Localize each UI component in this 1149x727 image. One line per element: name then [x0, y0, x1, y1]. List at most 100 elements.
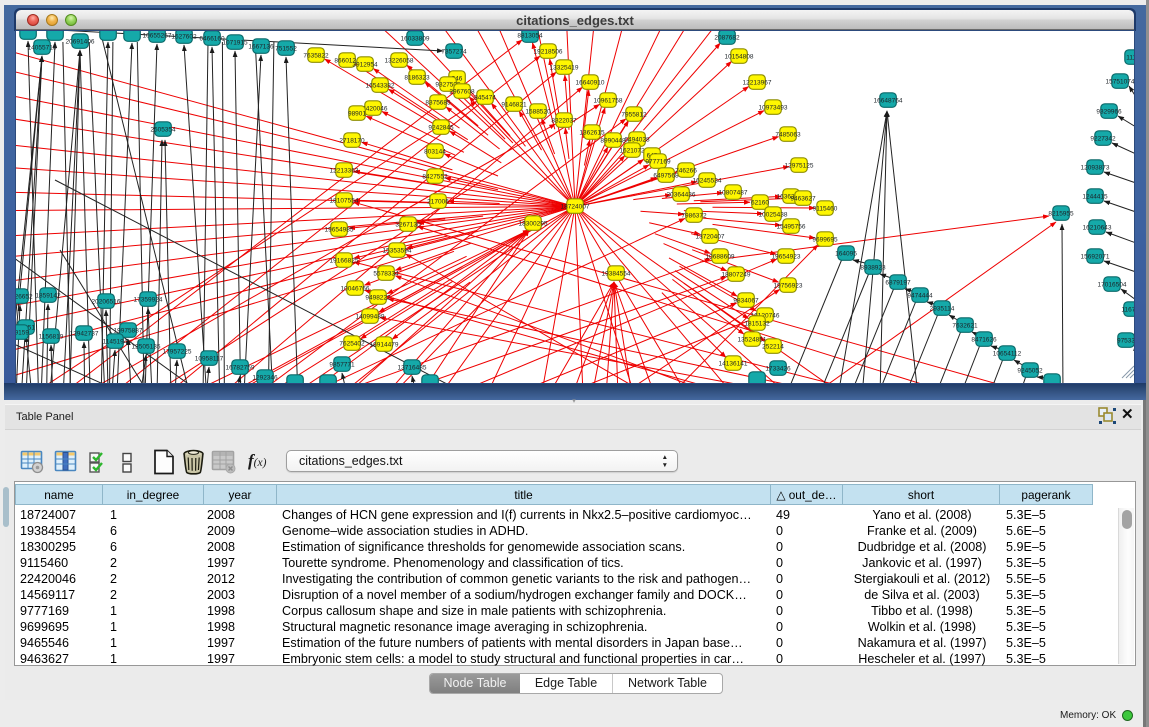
svg-text:9329966: 9329966: [1096, 108, 1122, 115]
svg-text:803144: 803144: [424, 148, 446, 155]
svg-text:15692071: 15692071: [1081, 253, 1110, 260]
svg-text:19654985: 19654985: [325, 226, 354, 233]
svg-text:10688609: 10688609: [706, 253, 735, 260]
svg-text:9115460: 9115460: [813, 205, 838, 212]
svg-text:16033809: 16033809: [401, 35, 430, 42]
svg-text:19384554: 19384554: [602, 270, 631, 277]
svg-text:7955812: 7955812: [621, 111, 647, 118]
svg-text:1145194: 1145194: [103, 338, 128, 345]
svg-text:19218506: 19218506: [534, 48, 563, 55]
svg-text:8186323: 8186323: [404, 74, 430, 81]
svg-text:8427552: 8427552: [422, 173, 448, 180]
svg-text:8322037: 8322037: [551, 117, 577, 124]
svg-text:14055713: 14055713: [28, 44, 57, 51]
svg-text:746266: 746266: [675, 167, 697, 174]
svg-text:98901: 98901: [348, 110, 366, 117]
svg-text:2626652: 2626652: [16, 293, 33, 300]
svg-text:10655267: 10655267: [143, 32, 172, 39]
svg-text:1244415: 1244415: [1082, 193, 1108, 200]
svg-text:16245534: 16245534: [693, 177, 722, 184]
svg-text:13720407: 13720407: [696, 233, 725, 240]
svg-text:13716485: 13716485: [398, 364, 427, 371]
svg-text:13524851: 13524851: [738, 336, 767, 343]
svg-text:1667136: 1667136: [248, 43, 274, 50]
svg-text:12975125: 12975125: [785, 162, 814, 169]
svg-text:10654112: 10654112: [993, 350, 1022, 357]
svg-text:8375685: 8375685: [425, 99, 451, 106]
svg-text:217006: 217006: [427, 198, 449, 205]
svg-text:1588520: 1588520: [525, 108, 551, 115]
svg-text:8813054: 8813054: [517, 32, 543, 39]
svg-text:18107554: 18107554: [330, 197, 359, 204]
svg-text:10807487: 10807487: [719, 189, 748, 196]
svg-text:19654923: 19654923: [772, 253, 801, 260]
svg-text:12213967: 12213967: [743, 79, 772, 86]
svg-text:10973493: 10973493: [759, 104, 788, 111]
svg-text:9498222: 9498222: [365, 294, 391, 301]
svg-text:18300295: 18300295: [519, 220, 548, 227]
svg-text:9146821: 9146821: [501, 101, 527, 108]
svg-text:10958117: 10958117: [195, 355, 224, 362]
svg-text:116753: 116753: [1121, 306, 1134, 313]
svg-text:1527602: 1527602: [171, 33, 197, 40]
svg-text:10025438: 10025438: [759, 211, 788, 218]
svg-text:751552: 751552: [275, 45, 297, 52]
svg-text:2967608: 2967608: [449, 88, 475, 95]
svg-text:20364436: 20364436: [667, 191, 696, 198]
svg-text:16210643: 16210643: [1083, 224, 1112, 231]
svg-text:16648764: 16648764: [874, 97, 903, 104]
svg-text:6879197: 6879197: [885, 279, 911, 286]
svg-text:12093873: 12093873: [1081, 164, 1110, 171]
svg-text:16543382: 16543382: [366, 82, 395, 89]
svg-text:9857771: 9857771: [329, 361, 355, 368]
svg-text:15751074: 15751074: [1106, 78, 1134, 85]
svg-text:19756923: 19756923: [774, 282, 803, 289]
svg-text:16914479: 16914479: [370, 341, 399, 348]
svg-text:7635822: 7635822: [303, 52, 329, 59]
svg-text:1621072: 1621072: [619, 147, 645, 154]
svg-text:6466160: 6466160: [199, 35, 225, 42]
svg-text:16782759: 16782759: [226, 364, 255, 371]
svg-text:12505135: 12505135: [132, 343, 161, 350]
svg-text:164095: 164095: [835, 250, 857, 257]
svg-text:17359924: 17359924: [134, 296, 163, 303]
svg-text:19166825: 19166825: [330, 257, 359, 264]
svg-text:2935114: 2935114: [930, 305, 955, 312]
svg-text:9777169: 9777169: [645, 158, 671, 165]
svg-text:3267130: 3267130: [395, 221, 421, 228]
svg-text:1156819: 1156819: [39, 333, 64, 340]
svg-text:9463627: 9463627: [790, 195, 816, 202]
svg-text:1112: 1112: [1126, 54, 1134, 61]
svg-text:1733426: 1733426: [765, 365, 791, 372]
svg-text:16640910: 16640910: [576, 79, 605, 86]
svg-text:1859142: 1859142: [35, 292, 61, 299]
svg-text:15495756: 15495756: [777, 223, 806, 230]
svg-text:97533: 97533: [1117, 337, 1134, 344]
svg-text:13226058: 13226058: [385, 57, 414, 64]
svg-text:12942737: 12942737: [70, 330, 99, 337]
svg-text:8990448: 8990448: [600, 137, 626, 144]
svg-text:14136141: 14136141: [719, 360, 748, 367]
svg-text:1292346: 1292346: [252, 374, 278, 381]
svg-text:17957225: 17957225: [163, 348, 192, 355]
svg-text:7357274: 7357274: [441, 48, 467, 55]
svg-text:9227342: 9227342: [1090, 135, 1116, 142]
svg-text:3912954: 3912954: [352, 61, 378, 68]
svg-text:5578334: 5578334: [373, 270, 399, 277]
svg-text:10154808: 10154808: [725, 53, 754, 60]
svg-text:20691406: 20691406: [66, 38, 95, 45]
svg-text:7632621: 7632621: [952, 322, 978, 329]
svg-text:14099489: 14099489: [356, 313, 385, 320]
svg-text:2718170: 2718170: [339, 137, 365, 144]
svg-text:20206516: 20206516: [92, 298, 121, 305]
svg-text:7625402: 7625402: [339, 340, 365, 347]
svg-text:39159: 39159: [16, 329, 29, 336]
svg-text:1071915: 1071915: [222, 39, 248, 46]
svg-text:1362615: 1362615: [579, 129, 605, 136]
svg-text:9699695: 9699695: [812, 236, 838, 243]
svg-text:9245052: 9245052: [1017, 367, 1043, 374]
svg-text:13325419: 13325419: [550, 64, 579, 71]
svg-text:2087682: 2087682: [714, 34, 740, 41]
svg-text:845474: 845474: [474, 94, 496, 101]
svg-text:1815132: 1815132: [744, 320, 770, 327]
